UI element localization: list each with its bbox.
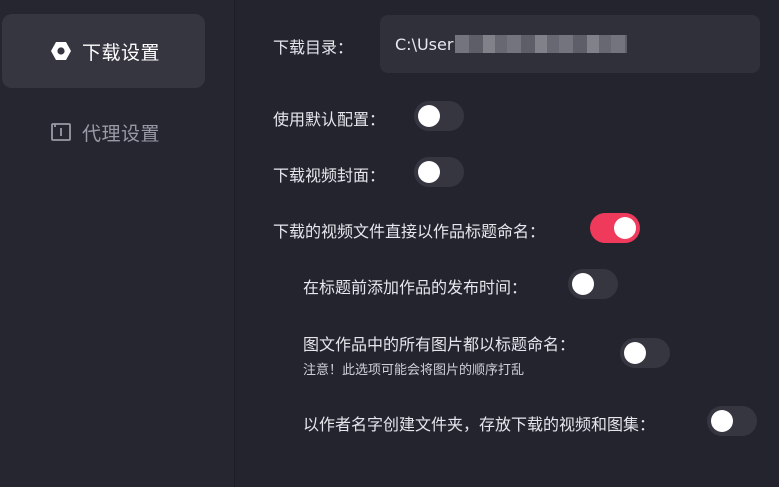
sidebar: 下载设置 代理设置	[0, 0, 234, 487]
toggle-knob	[614, 217, 636, 239]
sidebar-item-label: 下载设置	[82, 41, 161, 64]
use-default-label: 使用默认配置：	[273, 110, 386, 129]
download-cover-toggle[interactable]	[414, 157, 464, 187]
author-folder-label: 以作者名字创建文件夹，存放下载的视频和图集：	[303, 415, 656, 434]
author-folder-row: 以作者名字创建文件夹，存放下载的视频和图集：	[303, 411, 655, 435]
images-by-title-row: 图文作品中的所有图片都以标题命名：	[303, 331, 575, 355]
toggle-knob	[418, 105, 440, 127]
redacted-path-mask	[455, 35, 628, 53]
info-box-icon	[50, 121, 72, 143]
use-default-row: 使用默认配置：	[273, 106, 385, 130]
images-by-title-toggle[interactable]	[620, 338, 670, 368]
download-cover-row: 下载视频封面：	[273, 162, 385, 186]
download-dir-label: 下载目录：	[273, 38, 354, 57]
name-by-title-label: 下载的视频文件直接以作品标题命名：	[273, 222, 546, 241]
download-dir-input[interactable]: C:\User	[380, 15, 760, 73]
sidebar-item-proxy-settings[interactable]: 代理设置	[2, 95, 205, 169]
toggle-knob	[418, 161, 440, 183]
download-cover-label: 下载视频封面：	[273, 166, 386, 185]
images-by-title-label: 图文作品中的所有图片都以标题命名：	[303, 335, 576, 354]
use-default-toggle[interactable]	[414, 101, 464, 131]
sidebar-item-label: 代理设置	[82, 122, 161, 145]
name-by-title-toggle[interactable]	[590, 213, 640, 243]
toggle-knob	[624, 342, 646, 364]
add-publish-time-label: 在标题前添加作品的发布时间：	[303, 278, 528, 297]
name-by-title-row: 下载的视频文件直接以作品标题命名：	[273, 218, 545, 242]
images-by-title-note: 注意！此选项可能会将图片的顺序打乱	[303, 363, 525, 378]
download-dir-value: C:\User	[395, 34, 454, 54]
hexagon-icon	[50, 40, 72, 62]
add-publish-time-toggle[interactable]	[568, 269, 618, 299]
toggle-knob	[572, 273, 594, 295]
download-dir-row: 下载目录：	[273, 34, 353, 58]
settings-window: 下载设置 代理设置 下载目录： C:\User 使用默认配置： 下载视频封面： …	[0, 0, 779, 487]
author-folder-toggle[interactable]	[707, 406, 757, 436]
toggle-knob	[711, 410, 733, 432]
sidebar-item-download-settings[interactable]: 下载设置	[2, 14, 205, 88]
settings-panel: 下载目录： C:\User 使用默认配置： 下载视频封面： 下载的视频文件直接以…	[235, 0, 779, 487]
add-publish-time-row: 在标题前添加作品的发布时间：	[303, 274, 527, 298]
